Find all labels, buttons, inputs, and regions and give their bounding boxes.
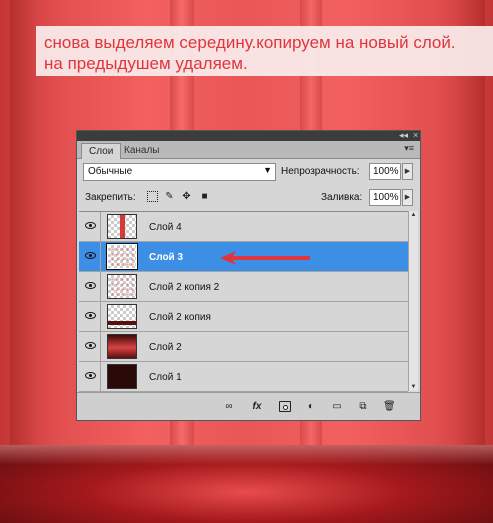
layer-name: Слой 3 bbox=[149, 252, 184, 263]
layer-name: Слой 2 копия bbox=[149, 312, 211, 323]
layer-row[interactable]: Слой 2 копия bbox=[79, 302, 408, 332]
chevron-down-icon: ▼ bbox=[263, 165, 272, 175]
layer-name: Слой 1 bbox=[149, 372, 182, 383]
tab-layers[interactable]: Слои bbox=[81, 143, 122, 159]
lock-paint-icon[interactable]: ✎ bbox=[164, 191, 175, 202]
blend-mode-value: Обычные bbox=[88, 166, 133, 177]
layer-mask-icon[interactable] bbox=[279, 401, 291, 412]
scroll-down-icon[interactable]: ▼ bbox=[409, 384, 418, 390]
layer-thumbnail bbox=[107, 334, 137, 359]
visibility-toggle[interactable] bbox=[79, 272, 101, 301]
eye-icon bbox=[85, 312, 96, 319]
opacity-stepper[interactable]: ▶ bbox=[402, 163, 413, 180]
fx-icon[interactable]: fx bbox=[249, 401, 265, 412]
new-group-icon[interactable]: ▭ bbox=[331, 401, 343, 412]
tutorial-annotation: снова выделяем середину.копируем на новы… bbox=[36, 26, 493, 76]
panel-tabs: Слои Каналы ▾≡ bbox=[77, 141, 420, 159]
panel-footer: ∞ fx ◐ ▭ ⧉ 🗑 bbox=[77, 392, 420, 420]
layer-thumbnail bbox=[107, 364, 137, 389]
lock-fill-row: Закрепить: ✎ ✥ ■ Заливка: 100% ▶ bbox=[83, 189, 414, 207]
visibility-toggle[interactable] bbox=[79, 242, 101, 271]
fill-label: Заливка: bbox=[321, 192, 363, 203]
layer-row[interactable]: Слой 2 bbox=[79, 332, 408, 362]
panel-menu-icon[interactable]: ▾≡ bbox=[404, 143, 414, 154]
adjustment-layer-icon[interactable]: ◐ bbox=[305, 401, 317, 412]
new-layer-icon[interactable]: ⧉ bbox=[357, 401, 369, 412]
lock-all-icon[interactable]: ■ bbox=[199, 191, 210, 202]
visibility-toggle[interactable] bbox=[79, 212, 101, 241]
close-icon[interactable]: × bbox=[413, 129, 418, 141]
lock-position-icon[interactable]: ✥ bbox=[181, 191, 192, 202]
layer-thumbnail bbox=[107, 304, 137, 329]
layer-name: Слой 2 bbox=[149, 342, 182, 353]
blend-mode-select[interactable]: Обычные ▼ bbox=[83, 163, 276, 181]
visibility-toggle[interactable] bbox=[79, 362, 101, 391]
tab-channels[interactable]: Каналы bbox=[117, 143, 167, 159]
double-chevron-left-icon[interactable]: ◂◂ bbox=[399, 129, 408, 141]
layers-scrollbar[interactable]: ▲ ▼ bbox=[408, 211, 418, 391]
eye-icon bbox=[85, 372, 96, 379]
panel-titlebar[interactable]: ◂◂ × bbox=[77, 129, 420, 141]
eye-icon bbox=[85, 252, 96, 259]
eye-icon bbox=[85, 342, 96, 349]
layer-thumbnail bbox=[107, 274, 137, 299]
visibility-toggle[interactable] bbox=[79, 302, 101, 331]
layer-thumbnail bbox=[106, 243, 138, 270]
opacity-field[interactable]: 100% bbox=[369, 163, 401, 180]
fill-field[interactable]: 100% bbox=[369, 189, 401, 206]
annotation-arrow bbox=[220, 251, 310, 265]
layer-name: Слой 2 копия 2 bbox=[149, 282, 220, 293]
layer-row[interactable]: Слой 4 bbox=[79, 212, 408, 242]
eye-icon bbox=[85, 282, 96, 289]
annotation-line-1: снова выделяем середину.копируем на новы… bbox=[44, 33, 456, 52]
fill-stepper[interactable]: ▶ bbox=[402, 189, 413, 206]
blend-opacity-row: Обычные ▼ Непрозрачность: 100% ▶ bbox=[83, 163, 414, 181]
layers-panel: ◂◂ × Слои Каналы ▾≡ Обычные ▼ Непрозрачн… bbox=[76, 130, 421, 421]
lock-label: Закрепить: bbox=[85, 192, 136, 203]
background-pillar-left bbox=[10, 0, 38, 460]
lock-transparency-icon[interactable] bbox=[147, 191, 158, 202]
floor-highlight bbox=[0, 445, 493, 465]
visibility-toggle[interactable] bbox=[79, 332, 101, 361]
layer-row[interactable]: Слой 1 bbox=[79, 362, 408, 392]
opacity-label: Непрозрачность: bbox=[281, 166, 360, 177]
trash-icon[interactable]: 🗑 bbox=[383, 401, 396, 412]
layers-list: Слой 4 Слой 3 Слой 2 копия 2 Слой 2 копи… bbox=[79, 211, 408, 392]
layer-name: Слой 4 bbox=[149, 222, 182, 233]
eye-icon bbox=[85, 222, 96, 229]
scroll-up-icon[interactable]: ▲ bbox=[409, 212, 418, 218]
annotation-line-2: на предыдушем удаляем. bbox=[44, 54, 248, 73]
link-layers-icon[interactable]: ∞ bbox=[223, 401, 235, 412]
layer-thumbnail bbox=[107, 214, 137, 239]
layer-row[interactable]: Слой 2 копия 2 bbox=[79, 272, 408, 302]
